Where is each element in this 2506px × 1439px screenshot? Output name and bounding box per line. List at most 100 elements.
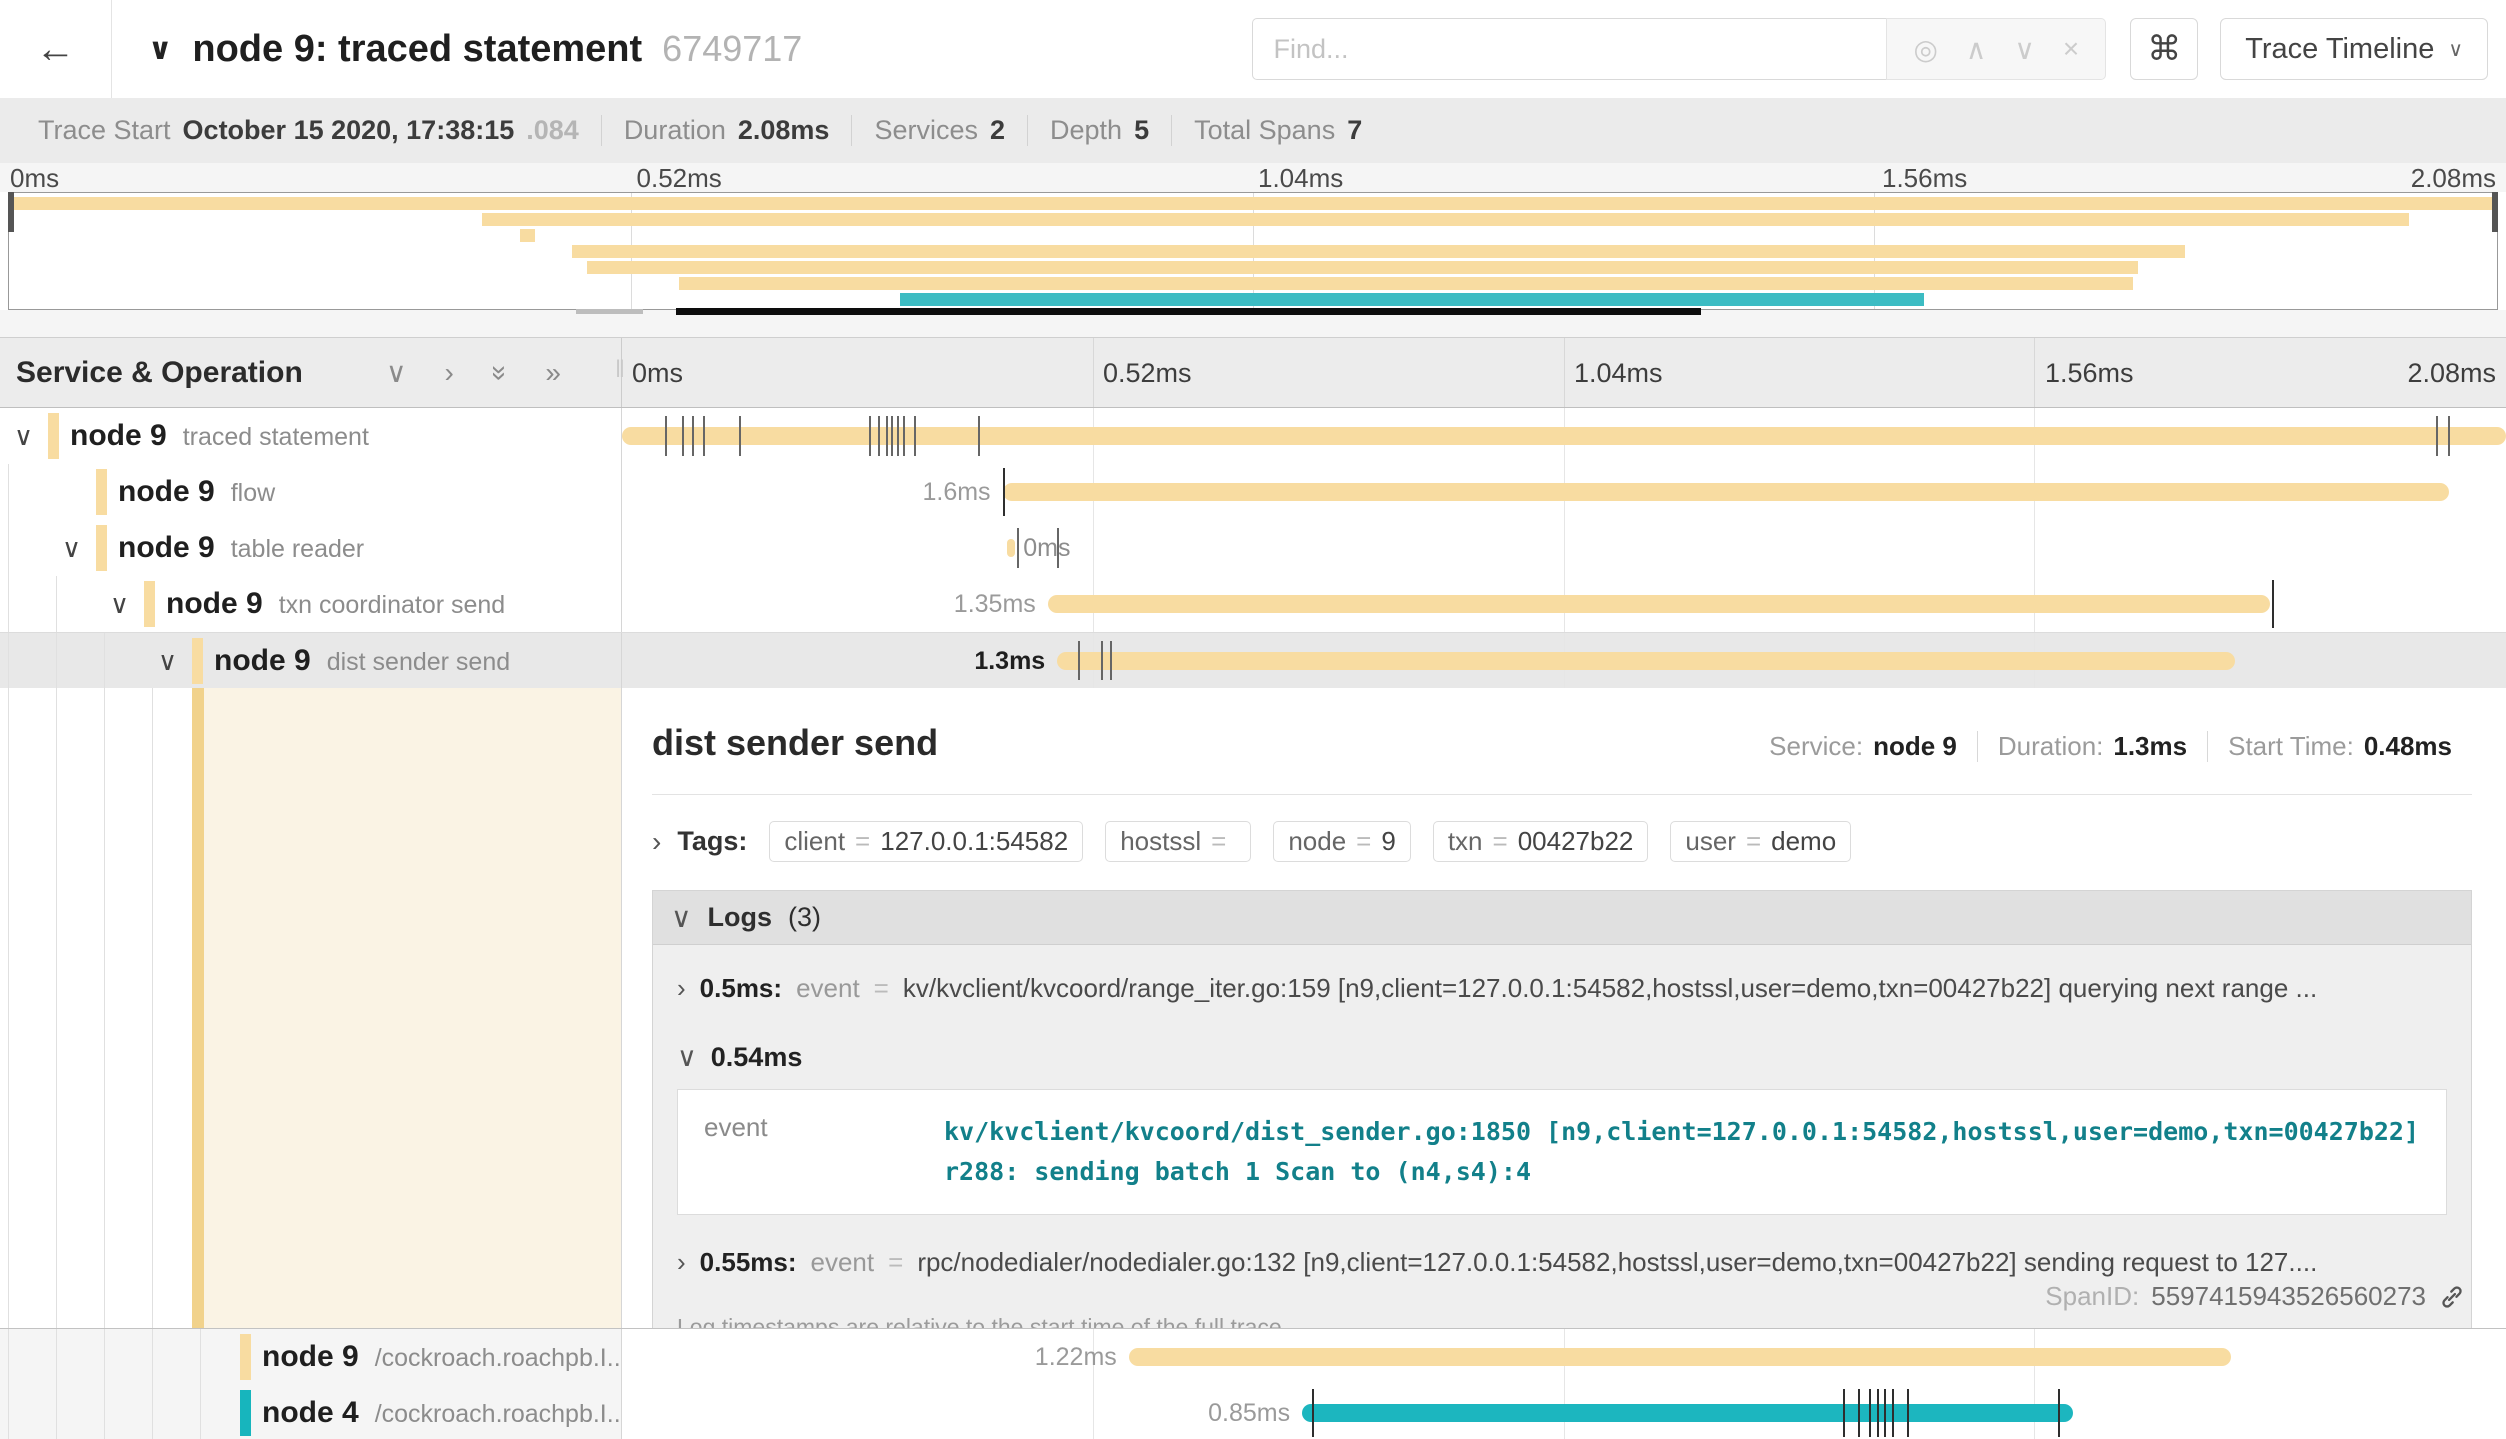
tag-pill-hostssl: hostssl = (1105, 821, 1251, 862)
minimap-span-row (10, 229, 2496, 242)
log-entry-2-header[interactable]: ∨ 0.54ms (653, 1026, 2471, 1083)
tags-expand-icon[interactable]: › (652, 826, 661, 858)
span-bar[interactable] (1129, 1348, 2231, 1366)
span-track[interactable]: 1.6ms (622, 464, 2506, 520)
collapse-chevron-icon[interactable]: ∨ (62, 520, 81, 576)
span-track[interactable]: 1.3ms (622, 633, 2506, 688)
indent-guide (8, 520, 9, 576)
minimap-scroll-fragment[interactable] (576, 309, 643, 314)
span-name-node4-batch[interactable]: node 4 /cockroach.roachpb.I... (0, 1385, 622, 1439)
span-row-traced-statement: ∨ node 9 traced statement (0, 408, 2506, 464)
indent-guide (152, 688, 153, 1328)
span-service: node 9 (214, 633, 311, 689)
keyboard-shortcuts-button[interactable]: ⌘ (2130, 18, 2198, 80)
span-row-node4-batch: node 4 /cockroach.roachpb.I... 0.85ms (0, 1385, 2506, 1439)
page-title: node 9: traced statement (192, 28, 642, 71)
span-track[interactable]: 0.85ms (622, 1385, 2506, 1439)
log-tick (739, 416, 741, 456)
tree-controls: ∨ › » » (386, 359, 561, 387)
span-track[interactable]: 0ms (622, 520, 2506, 576)
span-row-dist-sender-send: ∨ node 9 dist sender send 1.3ms (0, 632, 2506, 688)
minimap-span-bar (10, 197, 2496, 210)
log-tick (1869, 1389, 1871, 1437)
find-input[interactable] (1252, 18, 1886, 80)
tag-pill-txn: txn = 00427b22 (1433, 821, 1649, 862)
detail-indent-column (0, 688, 622, 1328)
span-bar[interactable] (1007, 539, 1015, 557)
trace-summary-bar: Trace Start October 15 2020, 17:38:15.08… (0, 98, 2506, 163)
collapse-one-icon[interactable]: ∨ (386, 359, 407, 387)
indent-guide (200, 1329, 201, 1385)
expand-one-icon[interactable]: › (445, 359, 454, 387)
logs-collapse-icon: ∨ (671, 901, 692, 934)
detail-indent-fill (204, 688, 621, 1328)
log-tick (665, 416, 667, 456)
log-key: event (796, 973, 860, 1004)
span-name-txn-coordinator-send[interactable]: ∨ node 9 txn coordinator send (0, 576, 622, 632)
log-entry-1[interactable]: › 0.5ms: event = kv/kvclient/kvcoord/ran… (653, 951, 2471, 1026)
minimap-span-bar (572, 245, 2185, 258)
minimap-left-handle[interactable] (8, 192, 14, 232)
detail-duration: Duration: 1.3ms (1977, 731, 2207, 762)
summary-trace-start: Trace Start October 15 2020, 17:38:15.08… (16, 115, 601, 146)
log-tick (891, 416, 893, 456)
copy-link-icon[interactable] (2438, 1283, 2466, 1311)
logs-title: Logs (708, 902, 773, 933)
tags-row[interactable]: › Tags: client = 127.0.0.1:54582 hostssl… (652, 821, 2472, 862)
log-expand-icon[interactable]: › (677, 973, 686, 1004)
span-track[interactable]: 1.35ms (622, 576, 2506, 632)
span-service: node 9 (70, 408, 167, 464)
collapse-chevron-icon[interactable]: ∨ (14, 408, 33, 464)
back-button[interactable]: ← (0, 0, 112, 98)
span-operation: /cockroach.roachpb.I... (375, 1400, 628, 1429)
span-row-table-reader: ∨ node 9 table reader 0ms (0, 520, 2506, 576)
trace-view-dropdown[interactable]: Trace Timeline ∨ (2220, 18, 2488, 80)
log-field-value: kv/kvclient/kvcoord/dist_sender.go:1850 … (944, 1112, 2420, 1192)
span-track[interactable] (622, 408, 2506, 464)
span-name-node9-batch[interactable]: node 9 /cockroach.roachpb.I... (0, 1329, 622, 1385)
span-bar[interactable] (1003, 483, 2450, 501)
expand-all-icon[interactable]: » (545, 359, 561, 387)
next-match-icon[interactable]: ∨ (2014, 33, 2035, 66)
collapse-chevron-icon[interactable]: ∨ (110, 576, 129, 632)
logs-header[interactable]: ∨ Logs (3) (653, 891, 2471, 945)
log-tick (682, 416, 684, 456)
indent-guide (104, 1385, 105, 1439)
indent-guide (8, 688, 9, 1328)
span-name-flow[interactable]: node 9 flow (0, 464, 622, 520)
log-expand-icon[interactable]: › (677, 1247, 686, 1278)
collapse-all-icon[interactable]: » (486, 365, 514, 381)
log-tick (692, 416, 694, 456)
prev-match-icon[interactable]: ∧ (1966, 33, 1987, 66)
span-bar[interactable] (1302, 1404, 2073, 1422)
collapse-title-icon[interactable]: ∨ (148, 32, 172, 67)
span-duration-label: 1.35ms (954, 576, 1036, 632)
indent-guide (8, 1385, 9, 1439)
span-track[interactable]: 1.22ms (622, 1329, 2506, 1385)
span-bar[interactable] (1048, 595, 2271, 613)
collapse-chevron-icon[interactable]: ∨ (158, 633, 177, 689)
indent-guide (8, 576, 9, 632)
find-controls: ◎ ∧ ∨ × (1886, 18, 2106, 80)
log-tick (978, 416, 980, 456)
span-color-swatch (240, 1390, 251, 1436)
minimap-right-handle[interactable] (2492, 192, 2498, 232)
span-name-table-reader[interactable]: ∨ node 9 table reader (0, 520, 622, 576)
column-resizer-handle[interactable]: ‖ (609, 356, 633, 384)
log-entry-2-table: event kv/kvclient/kvcoord/dist_sender.go… (677, 1089, 2447, 1215)
span-service: node 9 (262, 1329, 359, 1385)
span-color-swatch (192, 638, 203, 684)
log-tick (1017, 528, 1019, 568)
minimap-canvas[interactable] (8, 192, 2498, 310)
log-tick (1884, 1389, 1886, 1437)
tag-pill-user: user = demo (1670, 821, 1851, 862)
span-bar[interactable] (1057, 652, 2235, 670)
locate-icon[interactable]: ◎ (1913, 33, 1937, 66)
log-collapse-icon[interactable]: ∨ (677, 1042, 697, 1073)
nav-actions: ◎ ∧ ∨ × ⌘ Trace Timeline ∨ (1252, 18, 2488, 80)
span-name-traced-statement[interactable]: ∨ node 9 traced statement (0, 408, 622, 464)
clear-search-icon[interactable]: × (2063, 33, 2079, 65)
minimap-scrollbar[interactable] (676, 308, 1701, 315)
span-color-swatch (240, 1334, 251, 1380)
span-name-dist-sender-send[interactable]: ∨ node 9 dist sender send (0, 633, 622, 688)
